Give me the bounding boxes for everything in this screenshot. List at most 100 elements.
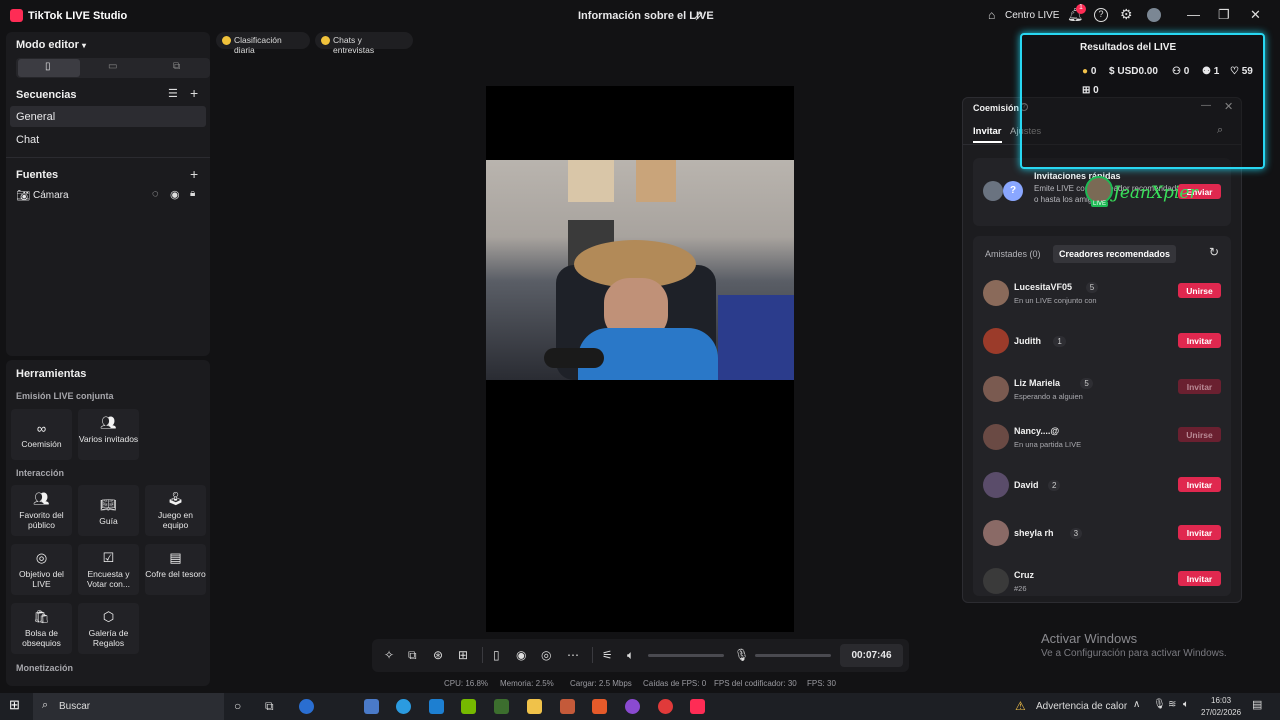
tray-chevron-icon[interactable]: ∧: [1133, 699, 1140, 710]
add-sequence-icon[interactable]: +: [190, 85, 198, 101]
creator-avatar[interactable]: [983, 424, 1009, 450]
camera-toggle-icon[interactable]: ◎: [541, 648, 551, 662]
tool-poll[interactable]: ☑ Encuesta y Votar con...: [78, 544, 139, 595]
creator-row: Nancy....@ En una partida LIVE Unirse: [973, 424, 1231, 464]
tab-friends[interactable]: Amistades (0): [985, 249, 1041, 259]
mail-icon[interactable]: [429, 699, 444, 714]
effects-icon[interactable]: ⊛: [433, 648, 443, 662]
mic-tray-icon[interactable]: 🎙︎: [1153, 699, 1166, 710]
tab-invite[interactable]: Invitar: [973, 126, 1002, 143]
phone-icon[interactable]: ▯: [493, 648, 500, 662]
home-icon[interactable]: ⌂: [988, 8, 995, 22]
tool-gift-bag[interactable]: 🛍︎ Bolsa de obsequios: [11, 603, 72, 654]
brave-icon[interactable]: [592, 699, 607, 714]
sequence-item-chat[interactable]: Chat: [16, 134, 39, 146]
mic-volume-slider[interactable]: [755, 654, 831, 657]
search-icon: ⌕: [42, 699, 49, 711]
tiktok-taskbar-icon[interactable]: [690, 699, 705, 714]
close-icon[interactable]: ✕: [1250, 7, 1261, 23]
tool-guide[interactable]: 📖︎ Guía: [78, 485, 139, 536]
creator-action-button[interactable]: Invitar: [1178, 571, 1221, 586]
tool-team-game[interactable]: 🕹︎ Juego en equipo: [145, 485, 206, 536]
creator-avatar[interactable]: [983, 472, 1009, 498]
clock-time[interactable]: 16:03: [1211, 696, 1231, 705]
creator-name: Liz Mariela: [1014, 378, 1061, 388]
record-icon[interactable]: ◉: [516, 648, 526, 662]
creator-name: Cruz: [1014, 570, 1034, 580]
mixer-icon[interactable]: ⚟: [602, 648, 613, 662]
more-icon[interactable]: ⋯: [567, 648, 579, 662]
source-camera[interactable]: Cámara: [33, 190, 69, 201]
store-icon[interactable]: [364, 699, 379, 714]
lock-icon[interactable]: 🔒︎: [190, 188, 195, 199]
microphone-icon[interactable]: 🎙︎: [734, 648, 749, 662]
creator-action-button[interactable]: Invitar: [1178, 477, 1221, 492]
creator-avatar[interactable]: [983, 568, 1009, 594]
creator-action-button[interactable]: Unirse: [1178, 283, 1221, 298]
camera-icon: 📷︎: [16, 190, 30, 202]
eye-icon[interactable]: ◉: [170, 188, 180, 201]
creator-avatar[interactable]: [983, 280, 1009, 306]
app-icon[interactable]: [560, 699, 575, 714]
live-center-button[interactable]: Centro LIVE: [1005, 10, 1059, 21]
creator-count-badge: 5: [1080, 378, 1093, 389]
taskbar-search[interactable]: ⌕ Buscar: [33, 693, 224, 720]
clock-date[interactable]: 27/02/2026: [1201, 708, 1241, 717]
volume-icon[interactable]: 🔈︎: [1183, 699, 1189, 710]
settings-ring-icon[interactable]: ◌: [152, 188, 159, 200]
creator-action-button[interactable]: Invitar: [1178, 333, 1221, 348]
file-explorer-icon[interactable]: [527, 699, 542, 714]
nvidia-icon[interactable]: [461, 699, 476, 714]
orientation-toggle[interactable]: ▯ ▭ ⧉: [16, 58, 210, 78]
avatar[interactable]: [1147, 8, 1161, 22]
gear-icon[interactable]: ⚙: [1120, 6, 1133, 23]
maximize-icon[interactable]: ❐: [1218, 7, 1230, 23]
overlay-live-badge: LIVE: [1091, 201, 1109, 207]
refresh-icon[interactable]: ↻: [1209, 245, 1219, 259]
add-media-icon[interactable]: ⊞: [458, 648, 468, 662]
stat-fps-drop: Caídas de FPS: 0: [643, 679, 707, 688]
creator-avatar[interactable]: [983, 520, 1009, 546]
app-icon[interactable]: [494, 699, 509, 714]
creator-action-button[interactable]: Unirse: [1178, 427, 1221, 442]
task-view-icon[interactable]: ⧉: [265, 699, 274, 714]
cortana-icon[interactable]: ○: [234, 699, 241, 713]
magic-wand-icon[interactable]: ✧: [384, 648, 394, 662]
share-icon[interactable]: ⇗: [693, 8, 704, 24]
tool-multi-guest[interactable]: 👥︎ Varios invitados: [78, 409, 139, 460]
creator-avatar[interactable]: [983, 376, 1009, 402]
notifications-icon[interactable]: ▤: [1252, 698, 1262, 711]
minimize-icon[interactable]: —: [1187, 7, 1200, 22]
creator-avatar[interactable]: [983, 328, 1009, 354]
dual-layout-icon[interactable]: ⧉: [173, 61, 180, 72]
tool-gift-gallery[interactable]: ⬡ Galería de Regalos: [78, 603, 139, 654]
daily-ranking-pill[interactable]: Clasificación diaria: [216, 32, 310, 55]
speaker-volume-slider[interactable]: [648, 654, 724, 657]
landscape-icon[interactable]: ▭: [108, 61, 117, 72]
screen-share-icon[interactable]: ⧉: [408, 648, 417, 663]
speaker-icon[interactable]: 🔈︎: [627, 648, 634, 663]
wifi-icon[interactable]: ≋: [1168, 699, 1176, 710]
portrait-icon[interactable]: ▯: [45, 61, 51, 72]
editor-mode-dropdown[interactable]: Modo editor ▾: [16, 39, 86, 51]
poster-image: [568, 160, 614, 202]
tab-recommended[interactable]: Creadores recomendados: [1053, 245, 1177, 263]
chats-interviews-pill[interactable]: Chats y entrevistas: [315, 32, 413, 55]
app-icon[interactable]: [625, 699, 640, 714]
weather-alert[interactable]: Advertencia de calor: [1036, 701, 1127, 712]
windows-start-icon[interactable]: ⊞: [9, 697, 20, 713]
creator-action-button[interactable]: Invitar: [1178, 525, 1221, 540]
edge-icon[interactable]: [396, 699, 411, 714]
tool-coemision[interactable]: ∞ Coemisión: [11, 409, 72, 460]
speedometer-icon[interactable]: [299, 699, 314, 714]
app-icon[interactable]: [658, 699, 673, 714]
overlay-avatar: [1085, 176, 1113, 204]
tool-live-goal[interactable]: ◎ Objetivo del LIVE: [11, 544, 72, 595]
creator-action-button[interactable]: Invitar: [1178, 379, 1221, 394]
tool-fan-favorite[interactable]: 👥︎ Favorito del público: [11, 485, 72, 536]
avatar: [983, 181, 1003, 201]
list-icon[interactable]: ☰: [168, 87, 178, 100]
tool-treasure-chest[interactable]: ▤ Cofre del tesoro: [145, 544, 206, 595]
add-source-icon[interactable]: +: [190, 166, 198, 182]
help-icon[interactable]: ?: [1094, 8, 1108, 22]
